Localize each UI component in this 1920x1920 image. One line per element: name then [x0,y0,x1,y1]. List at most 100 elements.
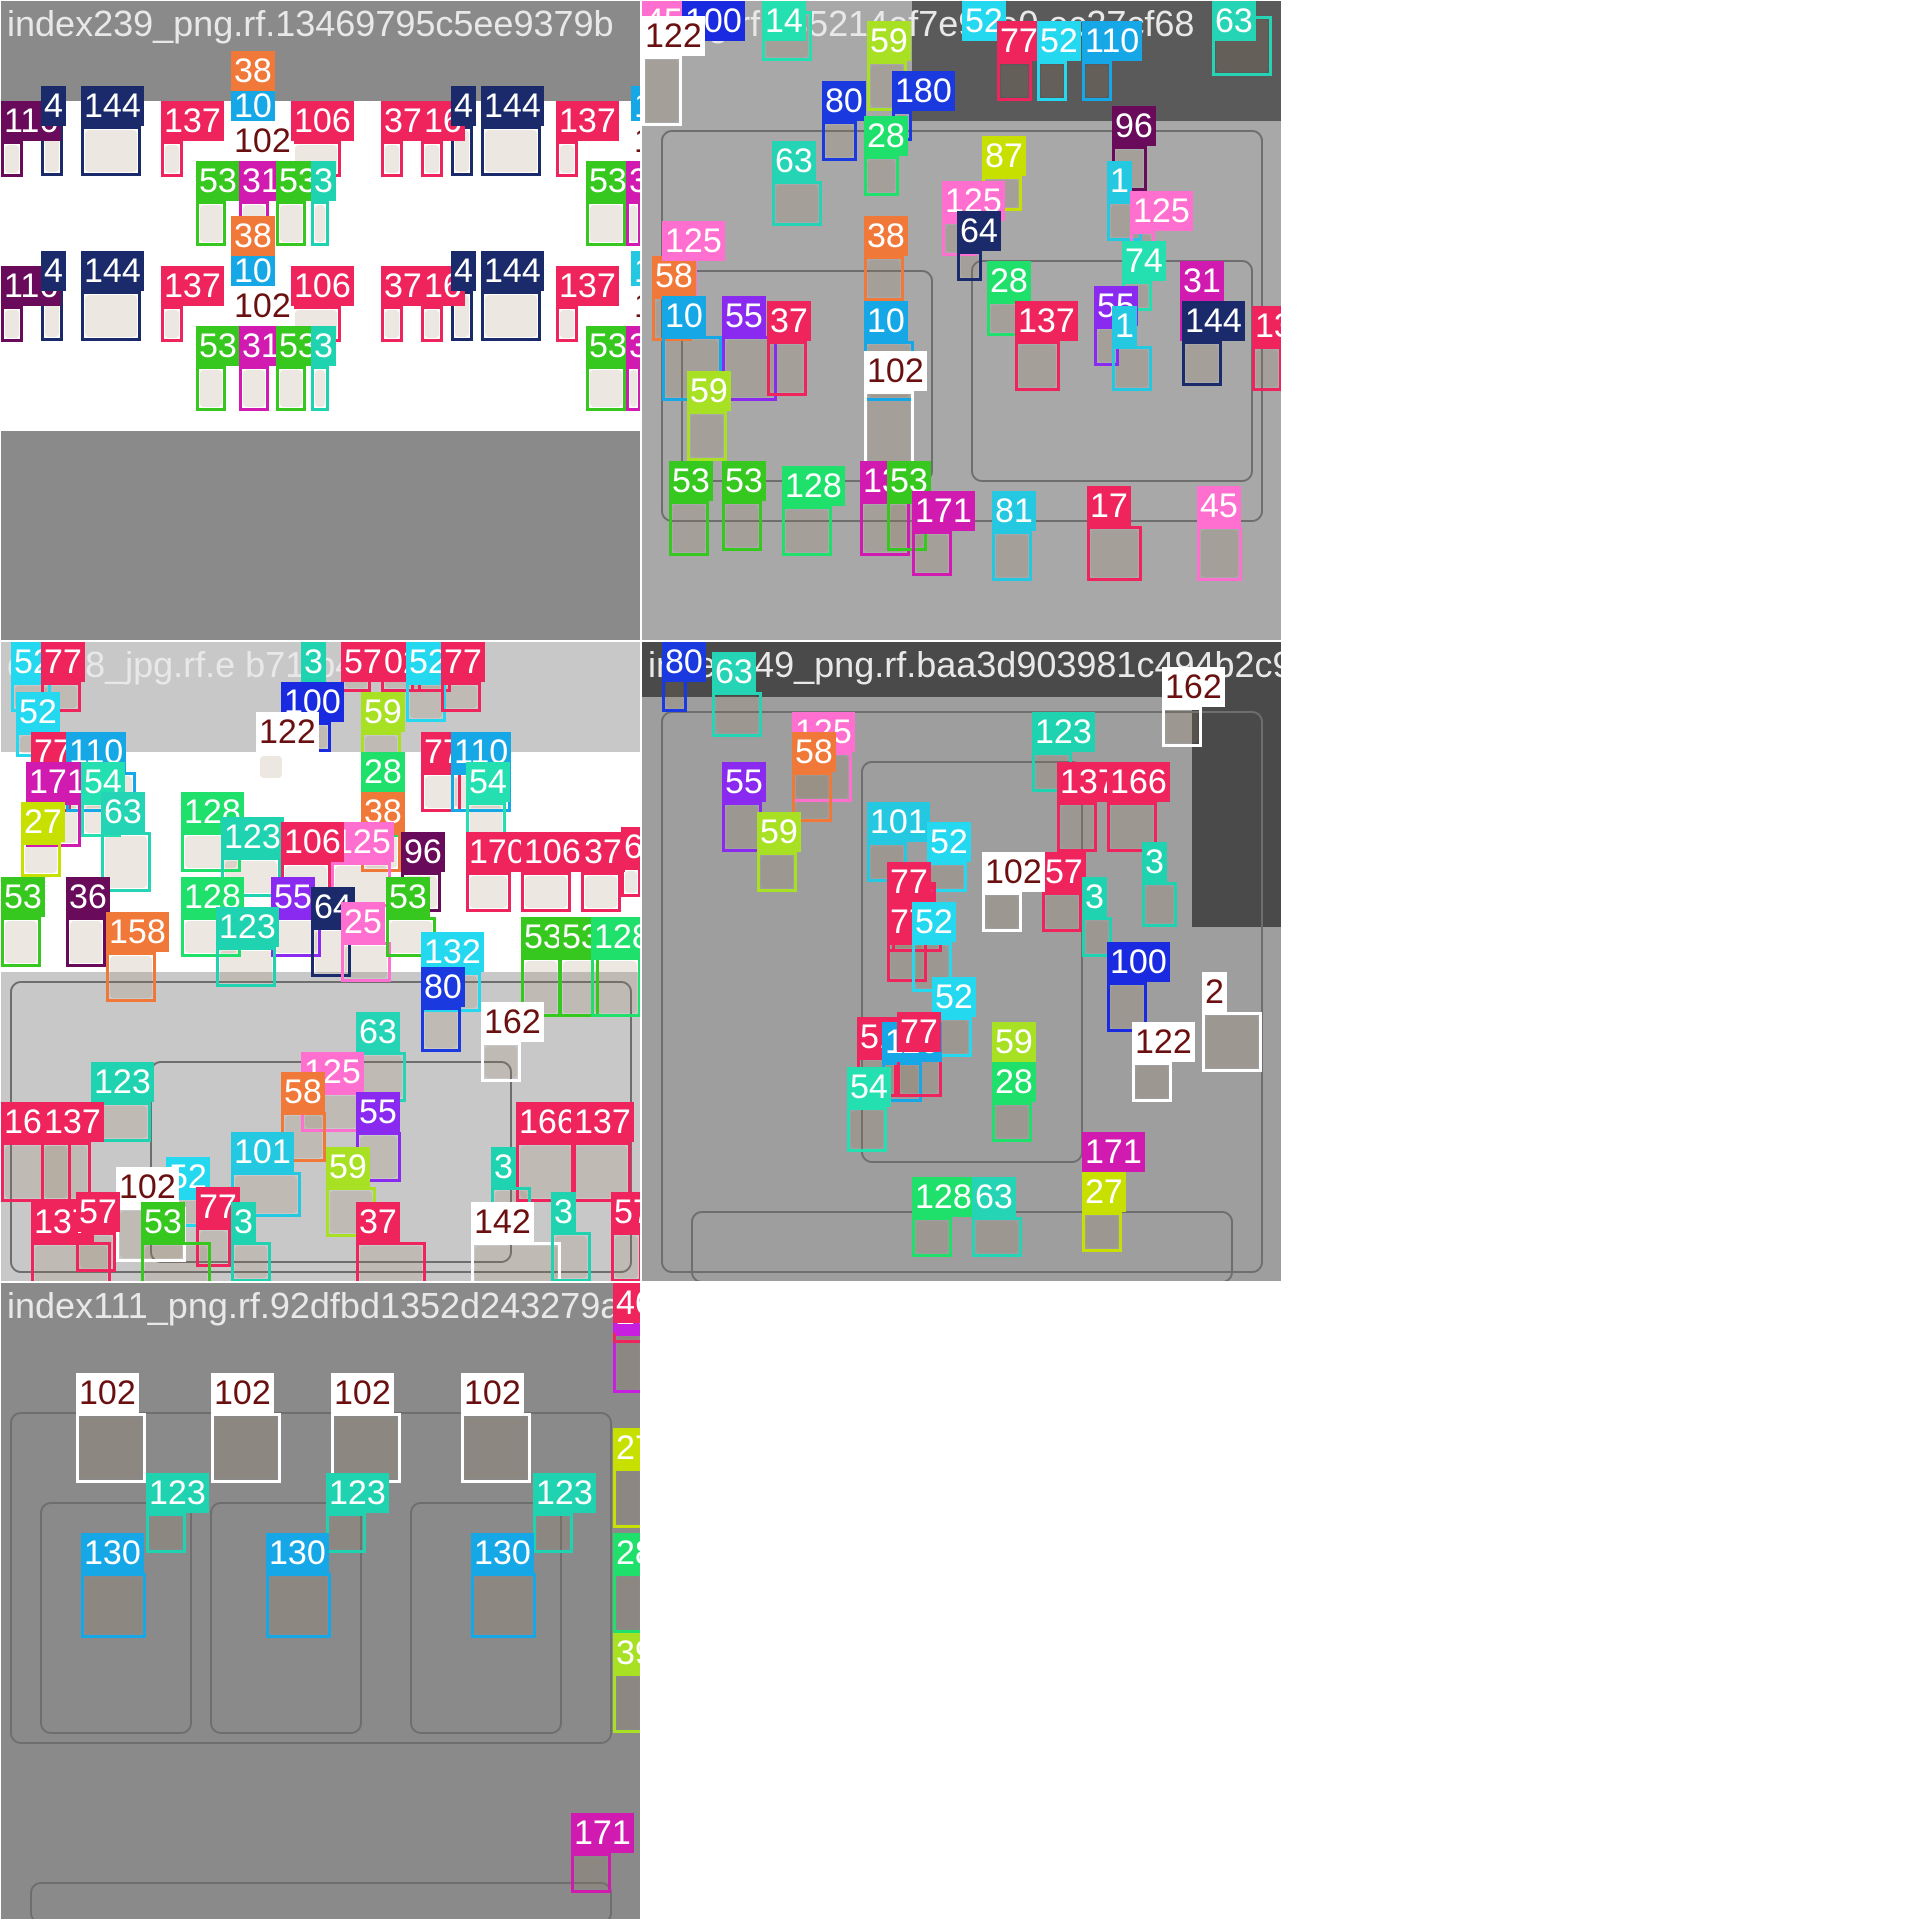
detection-label: 162 [1162,667,1225,707]
detection-label: 162 [481,1002,544,1042]
detection-label: 128 [782,466,845,506]
detection-box [556,306,578,342]
detection-box [441,682,481,712]
detection-box [551,1232,591,1281]
detection-label: 102 [211,1373,274,1413]
detection-label: 101 [231,1132,294,1172]
detection-box [406,682,446,722]
detection-box [81,291,141,341]
detection-label: 58 [652,256,696,296]
detection-box [864,256,904,301]
detection-label: 171 [571,1813,634,1853]
detection-box [216,947,276,987]
detection-label: 63 [101,792,145,832]
detection-label: 28 [864,116,908,156]
detection-label: 77 [887,862,931,902]
detection-label: 52 [932,977,976,1017]
detection-box [613,1673,640,1733]
detection-label: 125 [662,221,725,261]
detection-box [912,531,952,576]
detection-box [161,141,183,177]
detection-label: 74 [1122,241,1166,281]
detection-label: 3 [1142,842,1167,882]
detection-label: 55 [356,1092,400,1132]
detection-label: 130 [81,1533,144,1573]
detection-label: 102 [76,1373,139,1413]
detection-box [211,1413,281,1483]
detection-box [1042,892,1082,932]
detection-label: 38 [231,216,275,256]
detection-box [1015,341,1060,391]
detection-box [1,917,41,967]
detection-box [1,141,23,177]
detection-box [1087,526,1142,581]
detection-label: 25 [341,902,385,942]
detection-box [992,1102,1032,1142]
detection-box [81,1573,146,1638]
detection-label: 137 [161,266,224,306]
detection-label: 123 [1032,712,1095,752]
detection-label: 106 [291,266,354,306]
detection-label: 130 [471,1533,534,1573]
detection-box [847,1107,887,1152]
detection-box [266,1573,331,1638]
detection-label: 46 [613,1283,640,1323]
detection-box [556,141,578,177]
detection-box [481,1042,521,1082]
detection-box [722,802,762,852]
detection-box [822,121,857,161]
detection-label: 128 [591,917,640,957]
detection-label: 166 [516,1102,579,1142]
diagram-tile-3: 7735702775277527710052122597711077110171… [0,641,641,1282]
detection-label: 53 [586,326,630,366]
detection-box [471,1242,561,1281]
detection-label: 55 [722,296,766,336]
detection-label: 102 [231,121,294,161]
detection-box [231,1242,271,1281]
detection-label: 128 [912,1177,975,1217]
detection-label: 142 [471,1202,534,1242]
detection-box [161,306,183,342]
detection-label: 96 [401,832,445,872]
detection-box [1182,341,1222,386]
detection-label: 14 [762,1,806,41]
detection-label: 10 [631,86,640,126]
detection-label: 31 [626,326,640,366]
detection-box [1082,1212,1122,1252]
detection-box [864,391,914,466]
detection-label: 158 [106,912,169,952]
detection-box [196,366,226,411]
detection-label: 10 [662,296,706,336]
detection-box [982,892,1022,932]
detection-box [256,752,286,782]
detection-label: 52 [912,902,956,942]
detection-label: 137 [556,266,619,306]
detection-label: 54 [466,762,510,802]
detection-label: 96 [1112,106,1156,146]
detection-box [276,201,306,246]
detection-label: 77 [897,1012,941,1052]
detection-label: 123 [326,1473,389,1513]
detection-box [1142,882,1177,927]
detection-label: 59 [361,692,405,732]
detection-label: 10 [231,251,275,291]
detection-label: 59 [867,21,911,61]
detection-label: 59 [687,371,731,411]
detection-box [239,366,269,411]
detection-label: 53 [196,326,240,366]
detection-label: 63 [1212,1,1256,41]
detection-label: 6 [621,827,640,867]
detection-box [1202,1012,1262,1072]
detection-box [992,531,1032,581]
detection-label: 80 [822,81,866,121]
detection-label: 28 [992,1062,1036,1102]
detection-label: 53 [722,461,766,501]
detection-box [326,1513,366,1553]
detection-box [722,501,762,551]
detection-label: 125 [1130,191,1193,231]
detection-label: 4 [41,86,66,126]
detection-label: 123 [216,907,279,947]
detection-label: 63 [356,1012,400,1052]
detection-box [626,201,640,246]
detection-box [712,692,762,737]
